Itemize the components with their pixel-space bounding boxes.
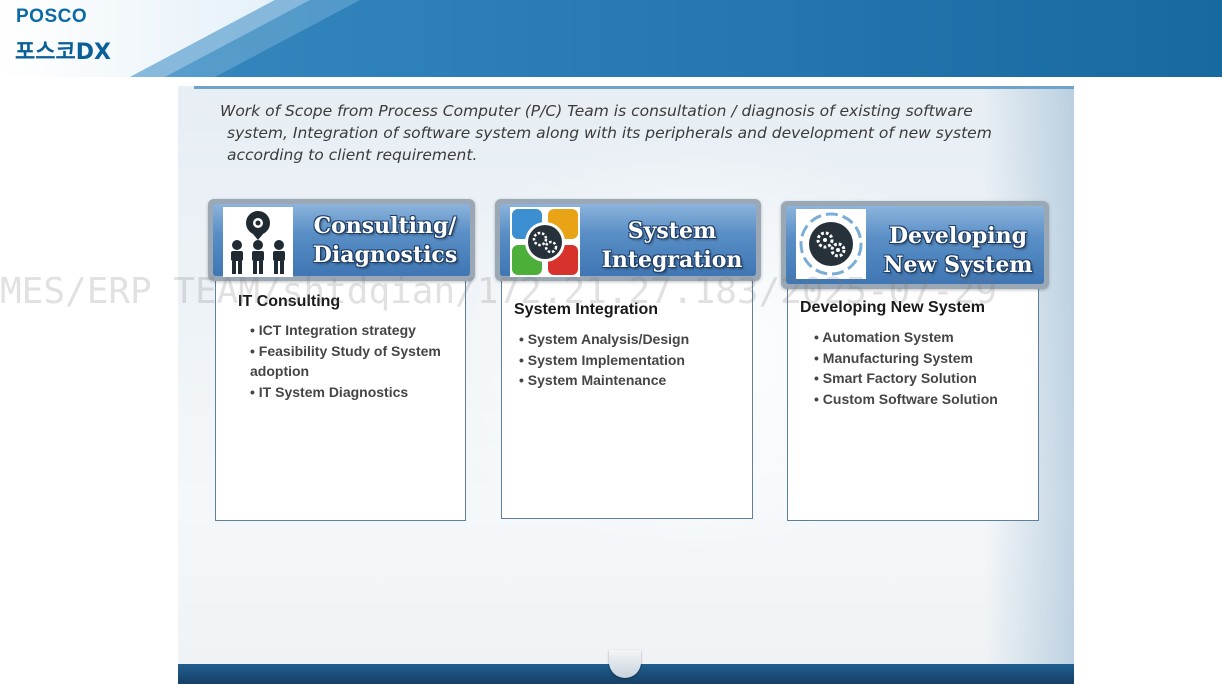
card-integration-body: System Integration • System Analysis/Des…	[501, 278, 753, 519]
intro-text: Work of Scope from Process Computer (P/C…	[220, 100, 1040, 166]
intro-line-2: system, Integration of software system a…	[227, 124, 992, 142]
header-band: POSCO 포스코DX	[0, 0, 1222, 77]
list-item: • Feasibility Study of System adoption	[250, 342, 441, 380]
list-item: • IT System Diagnostics	[250, 384, 409, 401]
posco-dx-logo: 포스코DX	[15, 40, 111, 65]
list-item: • Smart Factory Solution	[814, 370, 977, 387]
list-item: • System Implementation	[519, 351, 685, 368]
list-item: • Custom Software Solution	[814, 391, 998, 408]
card-integration-title: System Integration	[601, 218, 743, 273]
card-integration-heading: System Integration	[514, 301, 659, 318]
list-item: • System Maintenance	[519, 372, 667, 389]
list-item: • Manufacturing System	[814, 349, 973, 366]
intro-line-3: according to client requirement.	[227, 146, 478, 164]
card-development-header: Developing New System	[781, 201, 1049, 289]
card-consulting-body: IT Consulting • ICT Integration strategy…	[215, 278, 466, 521]
card-development-heading: Developing New System	[800, 299, 985, 316]
card-development-list: • Automation System • Manufacturing Syst…	[814, 327, 1024, 410]
card-consulting-title: Consulting/ Diagnostics	[312, 213, 458, 268]
consulting-people-icon	[223, 207, 293, 277]
card-integration-list: • System Analysis/Design • System Implem…	[519, 329, 729, 391]
integration-gears-icon	[510, 207, 580, 277]
card-header-panel: Developing New System	[786, 206, 1044, 284]
card-development-body: Developing New System • Automation Syste…	[787, 278, 1039, 521]
card-integration-header: System Integration	[495, 199, 761, 281]
list-item: • ICT Integration strategy	[250, 322, 416, 338]
posco-logo: POSCO	[16, 6, 88, 27]
list-item: • Automation System	[814, 329, 954, 345]
header-wave-shape	[0, 0, 360, 77]
card-consulting-list: • ICT Integration strategy • Feasibility…	[250, 320, 460, 403]
card-header-panel: System Integration	[500, 204, 756, 277]
slide-top-line	[194, 86, 1074, 89]
card-consulting-header: Consulting/ Diagnostics	[208, 199, 475, 281]
intro-line-1: Work of Scope from Process Computer (P/C…	[220, 102, 973, 120]
list-item: • System Analysis/Design	[519, 331, 690, 347]
card-development-title: Developing New System	[883, 223, 1033, 278]
card-consulting-heading: IT Consulting	[238, 293, 341, 310]
card-header-panel: Consulting/ Diagnostics	[213, 204, 470, 277]
development-gears-icon	[796, 209, 866, 279]
